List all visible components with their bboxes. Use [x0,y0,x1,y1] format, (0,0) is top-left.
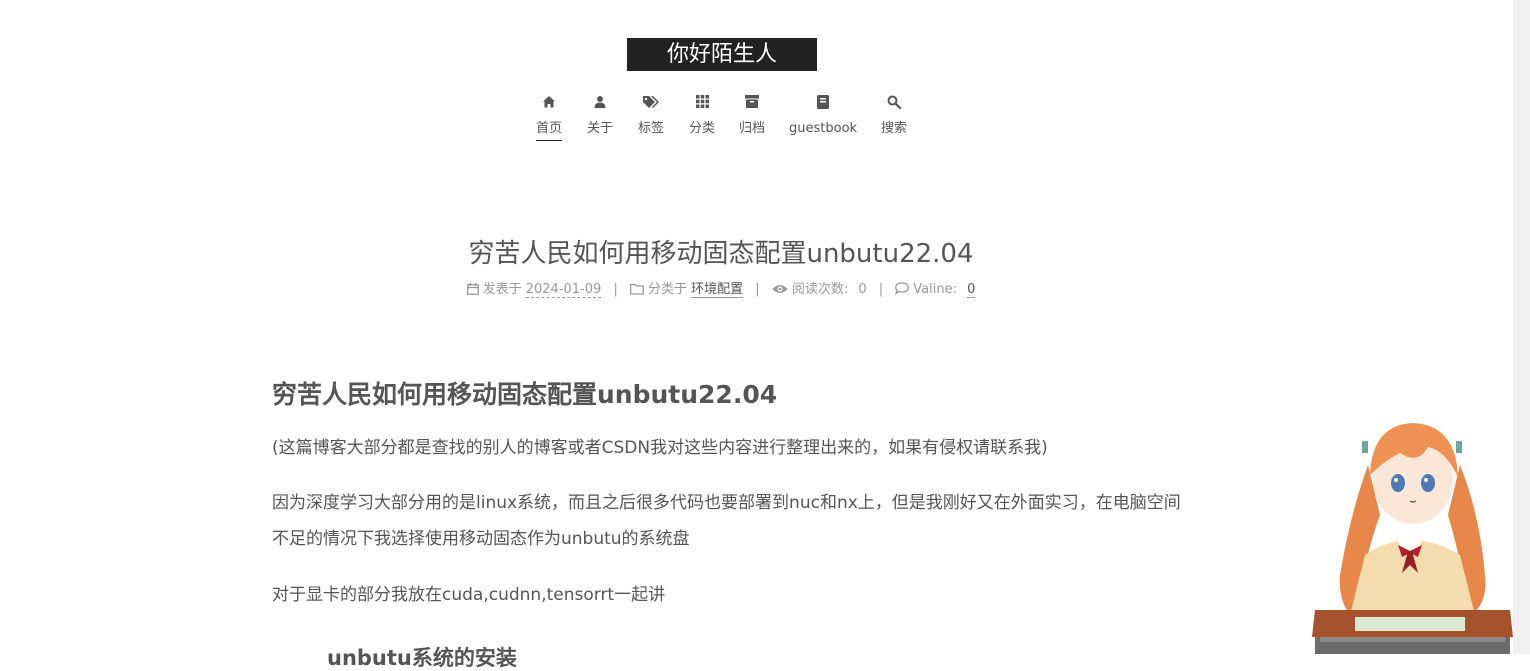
folder-icon [630,282,644,302]
comments-label: Valine: [913,282,957,297]
section-heading: unbutu系统的安装 [327,646,517,670]
post-title[interactable]: 穷苦人民如何用移动固态配置unbutu22.04 [0,234,1442,274]
tags-icon [637,95,665,115]
menu-label-tags: 标签 [637,121,664,136]
paragraph: 对于显卡的部分我放在cuda,cudnn,tensorrt一起讲 [272,585,666,605]
menu-item-search[interactable]: 搜索 [880,95,908,140]
main-menu: 首页 关于 标签 分类 归档 guestbook 搜索 [0,95,1513,147]
posted-label: 发表于 [482,282,522,297]
eye-icon [772,282,788,302]
comments-count[interactable]: 0 [967,282,976,298]
calendar-icon [466,282,479,302]
meta-divider: | [755,282,760,297]
menu-item-home[interactable]: 首页 [536,95,562,141]
site-title[interactable]: 你好陌生人 [627,38,817,71]
menu-label-about: 关于 [586,121,613,136]
views-count: 0 [858,282,867,297]
book-icon [789,95,857,115]
search-icon [880,95,908,115]
menu-item-categories[interactable]: 分类 [688,95,716,140]
menu-item-archives[interactable]: 归档 [738,95,766,140]
menu-label-search: 搜索 [880,121,907,136]
category-link[interactable]: 环境配置 [691,282,744,298]
menu-item-about[interactable]: 关于 [586,95,614,140]
post-body: 穷苦人民如何用移动固态配置unbutu22.04 (这篇博客大部分都是查找的别人… [272,375,1182,670]
menu-label-home: 首页 [536,121,562,141]
meta-divider: | [878,282,884,297]
archive-icon [738,95,766,115]
comment-icon [895,282,910,302]
scrollbar-thumb[interactable] [1516,0,1527,654]
th-icon [688,95,716,115]
menu-label-categories: 分类 [688,121,715,136]
live2d-mascot[interactable] [1310,405,1515,654]
user-icon [586,95,614,115]
home-icon [536,95,562,115]
menu-label-archives: 归档 [738,121,765,136]
menu-label-guestbook: guestbook [789,121,858,136]
paragraph: 因为深度学习大部分用的是linux系统，而且之后很多代码也要部署到nuc和nx上… [272,493,1181,549]
meta-divider: | [613,282,618,297]
post-heading: 穷苦人民如何用移动固态配置unbutu22.04 [272,380,778,409]
category-label: 分类于 [647,282,687,297]
paragraph: (这篇博客大部分都是查找的别人的博客或者CSDN我对这些内容进行整理出来的，如果… [272,438,1048,458]
post-date: 2024-01-09 [525,282,602,298]
post-meta: 发表于 2024-01-09 | 分类于 环境配置 | 阅读次数: 0 | Va… [0,280,1442,302]
views-label: 阅读次数: [791,282,849,297]
menu-item-tags[interactable]: 标签 [637,95,665,140]
scrollbar[interactable] [1513,0,1530,654]
menu-item-guestbook[interactable]: guestbook [789,95,857,140]
